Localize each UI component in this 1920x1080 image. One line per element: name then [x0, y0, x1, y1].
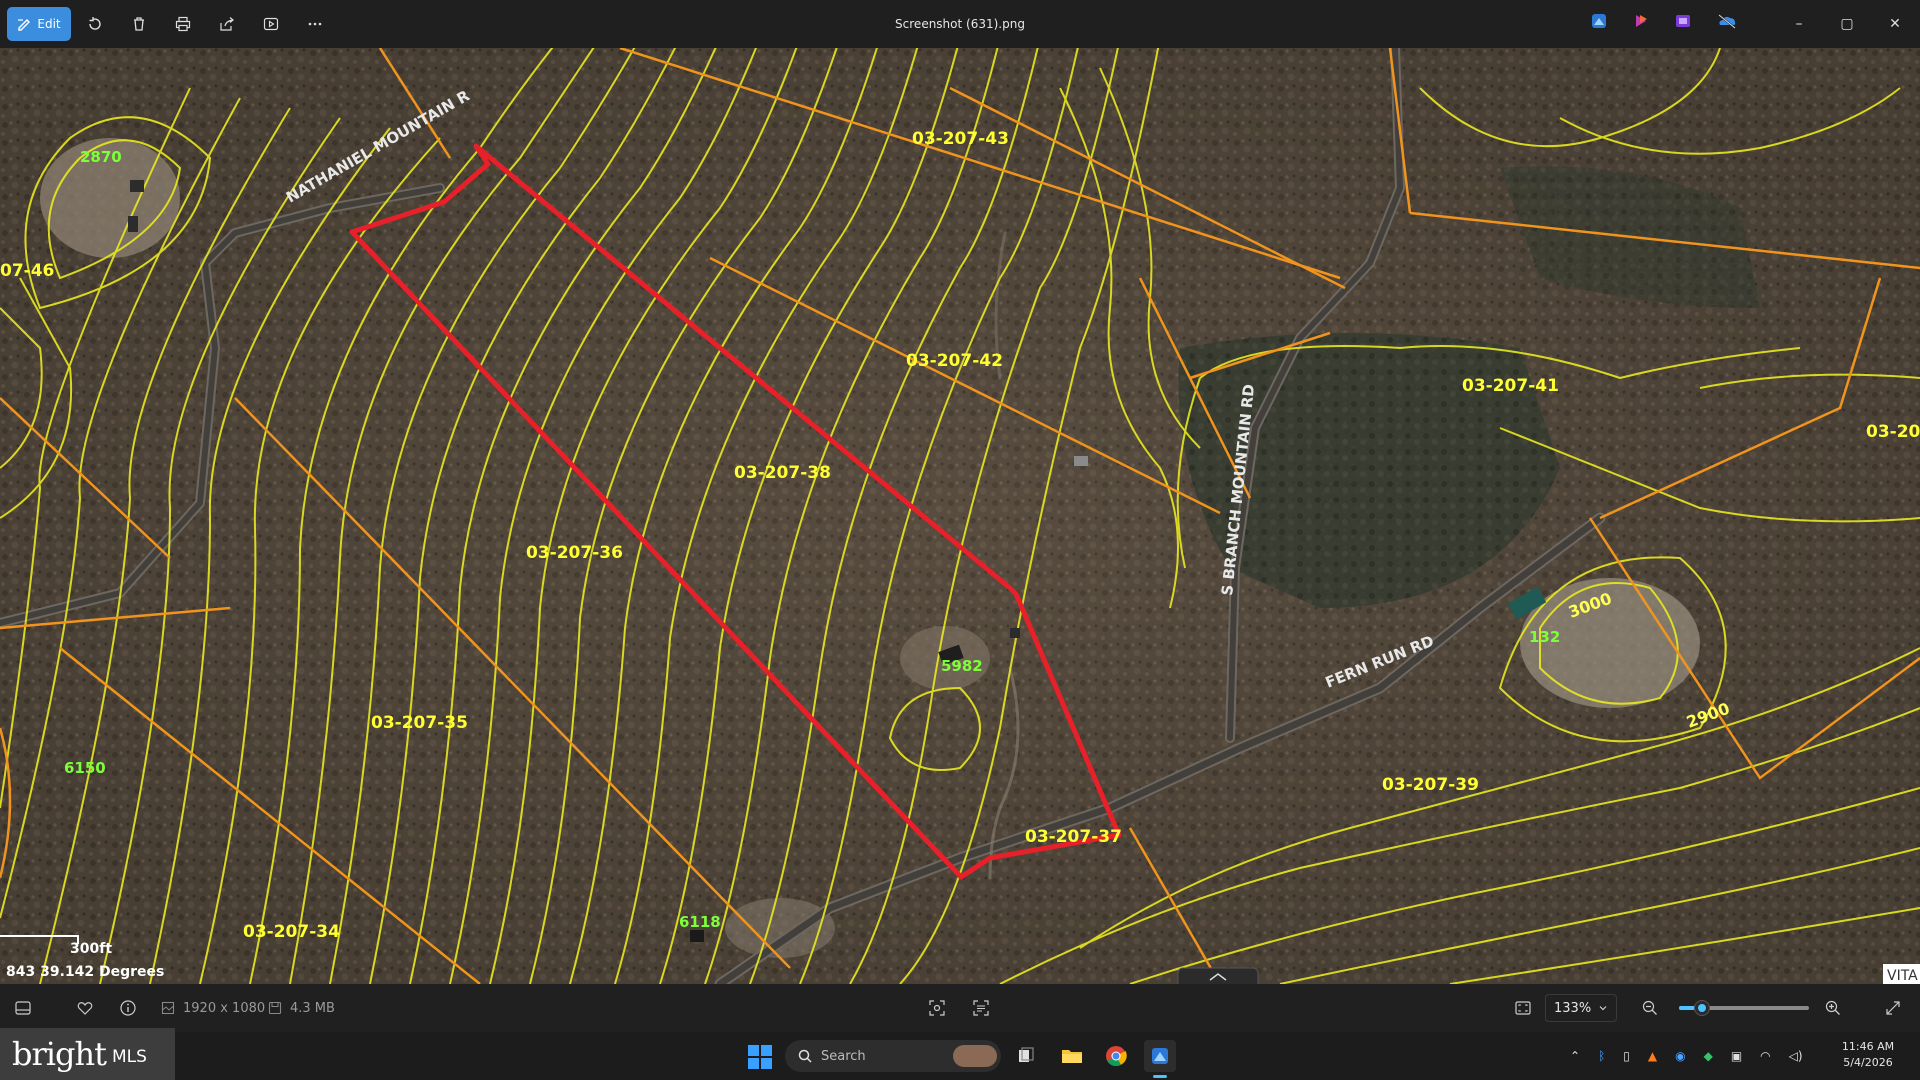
- zoom-out-icon: [1642, 1000, 1657, 1015]
- filmstrip-icon: [15, 1001, 31, 1015]
- chevron-up-icon[interactable]: ⌃: [1570, 1049, 1580, 1063]
- save-icon: [268, 1001, 282, 1015]
- shield-icon[interactable]: ◆: [1704, 1049, 1713, 1063]
- title-bar: Edit Screenshot (631).png – ▢ ✕: [0, 0, 1920, 48]
- active-app-indicator: [1153, 1075, 1167, 1078]
- zoom-in-button[interactable]: [1824, 984, 1842, 1032]
- parcel-label: 03-207-43: [912, 129, 1009, 149]
- parcel-label: 03-207-35: [371, 713, 468, 733]
- visual-search-icon: [929, 1000, 945, 1016]
- parcel-label: 03-207-38: [734, 463, 831, 483]
- clipchamp-icon[interactable]: [1632, 12, 1652, 32]
- task-view-button[interactable]: [1010, 1040, 1042, 1072]
- parcel-label: 03-207: [1866, 422, 1920, 442]
- bluetooth-icon[interactable]: ᛒ: [1598, 1049, 1605, 1063]
- file-size: 4.3 MB: [268, 984, 335, 1032]
- folder-icon: [1062, 1050, 1082, 1063]
- parcel-label: 03-207-41: [1462, 376, 1559, 396]
- sync-icon[interactable]: ◉: [1675, 1049, 1685, 1063]
- photos-icon: [1152, 1048, 1168, 1064]
- zoom-dropdown[interactable]: 133%: [1545, 994, 1617, 1022]
- logo-mls-text: MLS: [111, 1047, 147, 1067]
- zoom-in-icon: [1825, 1000, 1840, 1015]
- designer-icon[interactable]: [1674, 12, 1694, 32]
- parcel-label: 03-207-42: [906, 351, 1003, 371]
- bright-mls-logo: bright MLS: [0, 1028, 175, 1080]
- zoom-out-button[interactable]: [1641, 984, 1659, 1032]
- heart-icon: [77, 1002, 93, 1015]
- scale-label: 300ft: [70, 941, 112, 957]
- chevron-down-icon: [1599, 1006, 1607, 1011]
- dimensions-text: 1920 x 1080: [183, 1000, 266, 1016]
- search-highlight-icon: [953, 1045, 997, 1067]
- chrome-icon: [1106, 1046, 1127, 1067]
- meet-icon[interactable]: ▣: [1731, 1049, 1742, 1063]
- zoom-value: 133%: [1554, 1000, 1592, 1016]
- address-label: 5982: [941, 657, 983, 675]
- visual-search-button[interactable]: [928, 984, 946, 1032]
- volume-icon[interactable]: ◁): [1789, 1049, 1803, 1063]
- filmstrip-toggle[interactable]: [14, 984, 32, 1032]
- text-scan-icon: [973, 1000, 989, 1016]
- coordinates-label: 843 39.142 Degrees: [6, 964, 164, 980]
- search-icon: [798, 1049, 812, 1063]
- address-label: 6118: [679, 913, 721, 931]
- maximize-button[interactable]: ▢: [1824, 0, 1870, 48]
- map-image: 03-207-43 03-207-42 03-207-41 03-207-38 …: [0, 48, 1920, 984]
- clock[interactable]: 11:46 AM 5/4/2026: [1826, 1039, 1910, 1071]
- text-scan-button[interactable]: [972, 984, 990, 1032]
- file-explorer-button[interactable]: [1056, 1040, 1088, 1072]
- filmstrip-handle[interactable]: [1177, 967, 1259, 984]
- system-tray: ⌃ ᛒ ▯ ▲ ◉ ◆ ▣ ◠ ◁): [1570, 1032, 1803, 1080]
- image-canvas[interactable]: 03-207-43 03-207-42 03-207-41 03-207-38 …: [0, 48, 1920, 984]
- parcel-label: 03-207-37: [1025, 827, 1122, 847]
- corner-label: VITA: [1887, 968, 1918, 984]
- photos-taskbar-button[interactable]: [1144, 1040, 1176, 1072]
- fit-window-button[interactable]: [1514, 984, 1532, 1032]
- close-button[interactable]: ✕: [1872, 0, 1918, 48]
- app-tray-icon[interactable]: ▲: [1648, 1049, 1657, 1063]
- app-quick-icons: [1590, 12, 1736, 32]
- fit-window-icon: [1515, 1001, 1531, 1015]
- wifi-icon[interactable]: ◠: [1760, 1049, 1770, 1063]
- status-bar: 1920 x 1080 4.3 MB: [0, 984, 1920, 1032]
- photos-app-icon[interactable]: [1590, 12, 1610, 32]
- dimensions-icon: [161, 1001, 175, 1015]
- parcel-label: 03-207-34: [243, 922, 340, 942]
- address-label: 2870: [80, 148, 122, 166]
- task-view-icon: [1019, 1047, 1034, 1062]
- info-icon: [120, 1000, 136, 1016]
- image-dimensions: 1920 x 1080: [161, 984, 265, 1032]
- address-label: 132: [1529, 628, 1560, 646]
- chrome-button[interactable]: [1100, 1040, 1132, 1072]
- start-button[interactable]: [748, 1045, 772, 1069]
- logo-bright-text: bright: [12, 1035, 107, 1073]
- address-label: 6150: [64, 759, 106, 777]
- clock-time: 11:46 AM: [1841, 1040, 1895, 1053]
- parcel-label: 03-207-39: [1382, 775, 1479, 795]
- parcel-label: 07-46: [0, 261, 54, 281]
- taskbar-search[interactable]: Search: [785, 1040, 1001, 1072]
- usb-icon[interactable]: ▯: [1623, 1049, 1630, 1063]
- minimize-button[interactable]: –: [1776, 0, 1822, 48]
- filesize-text: 4.3 MB: [290, 1000, 335, 1016]
- info-button[interactable]: [119, 984, 137, 1032]
- search-placeholder: Search: [821, 1048, 866, 1064]
- fullscreen-icon: [1886, 1001, 1900, 1015]
- favorite-button[interactable]: [76, 984, 94, 1032]
- clock-date: 5/4/2026: [1843, 1056, 1893, 1069]
- onedrive-icon[interactable]: [1716, 12, 1736, 32]
- parcel-label: 03-207-36: [526, 543, 623, 563]
- fullscreen-button[interactable]: [1884, 984, 1902, 1032]
